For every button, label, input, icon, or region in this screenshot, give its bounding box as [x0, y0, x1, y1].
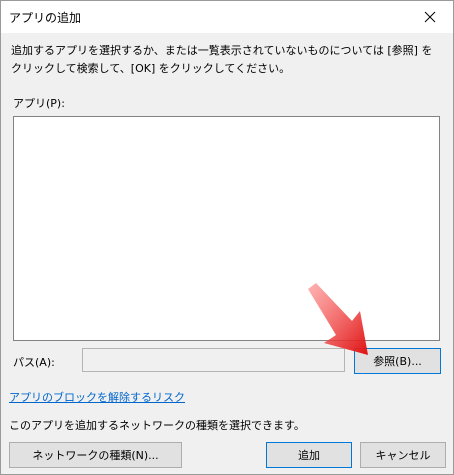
instruction-text: 追加するアプリを選択するか、または一覧表示されていないものについては [参照] … — [11, 44, 433, 75]
network-types-button[interactable]: ネットワークの種類(N)... — [9, 442, 182, 468]
browse-button[interactable]: 参照(B)... — [354, 348, 441, 374]
path-label: パス(A): — [13, 356, 55, 369]
dialog-content: 追加するアプリを選択するか、または一覧表示されていないものについては [参照] … — [1, 33, 453, 474]
app-list[interactable] — [13, 116, 440, 341]
title-bar: アプリの追加 — [1, 1, 453, 33]
network-info-text: このアプリを追加するネットワークの種類を選択できます。 — [9, 419, 305, 432]
cancel-button[interactable]: キャンセル — [360, 442, 446, 468]
path-input[interactable] — [82, 348, 345, 372]
unblock-risk-link[interactable]: アプリのブロックを解除するリスク — [9, 389, 185, 405]
close-button[interactable] — [407, 1, 453, 33]
add-app-dialog: アプリの追加 追加するアプリを選択するか、または一覧表示されていないものについて… — [0, 0, 454, 475]
app-list-label: アプリ(P): — [13, 97, 65, 110]
close-icon — [424, 11, 436, 23]
add-button[interactable]: 追加 — [266, 442, 352, 468]
dialog-title: アプリの追加 — [9, 11, 82, 25]
